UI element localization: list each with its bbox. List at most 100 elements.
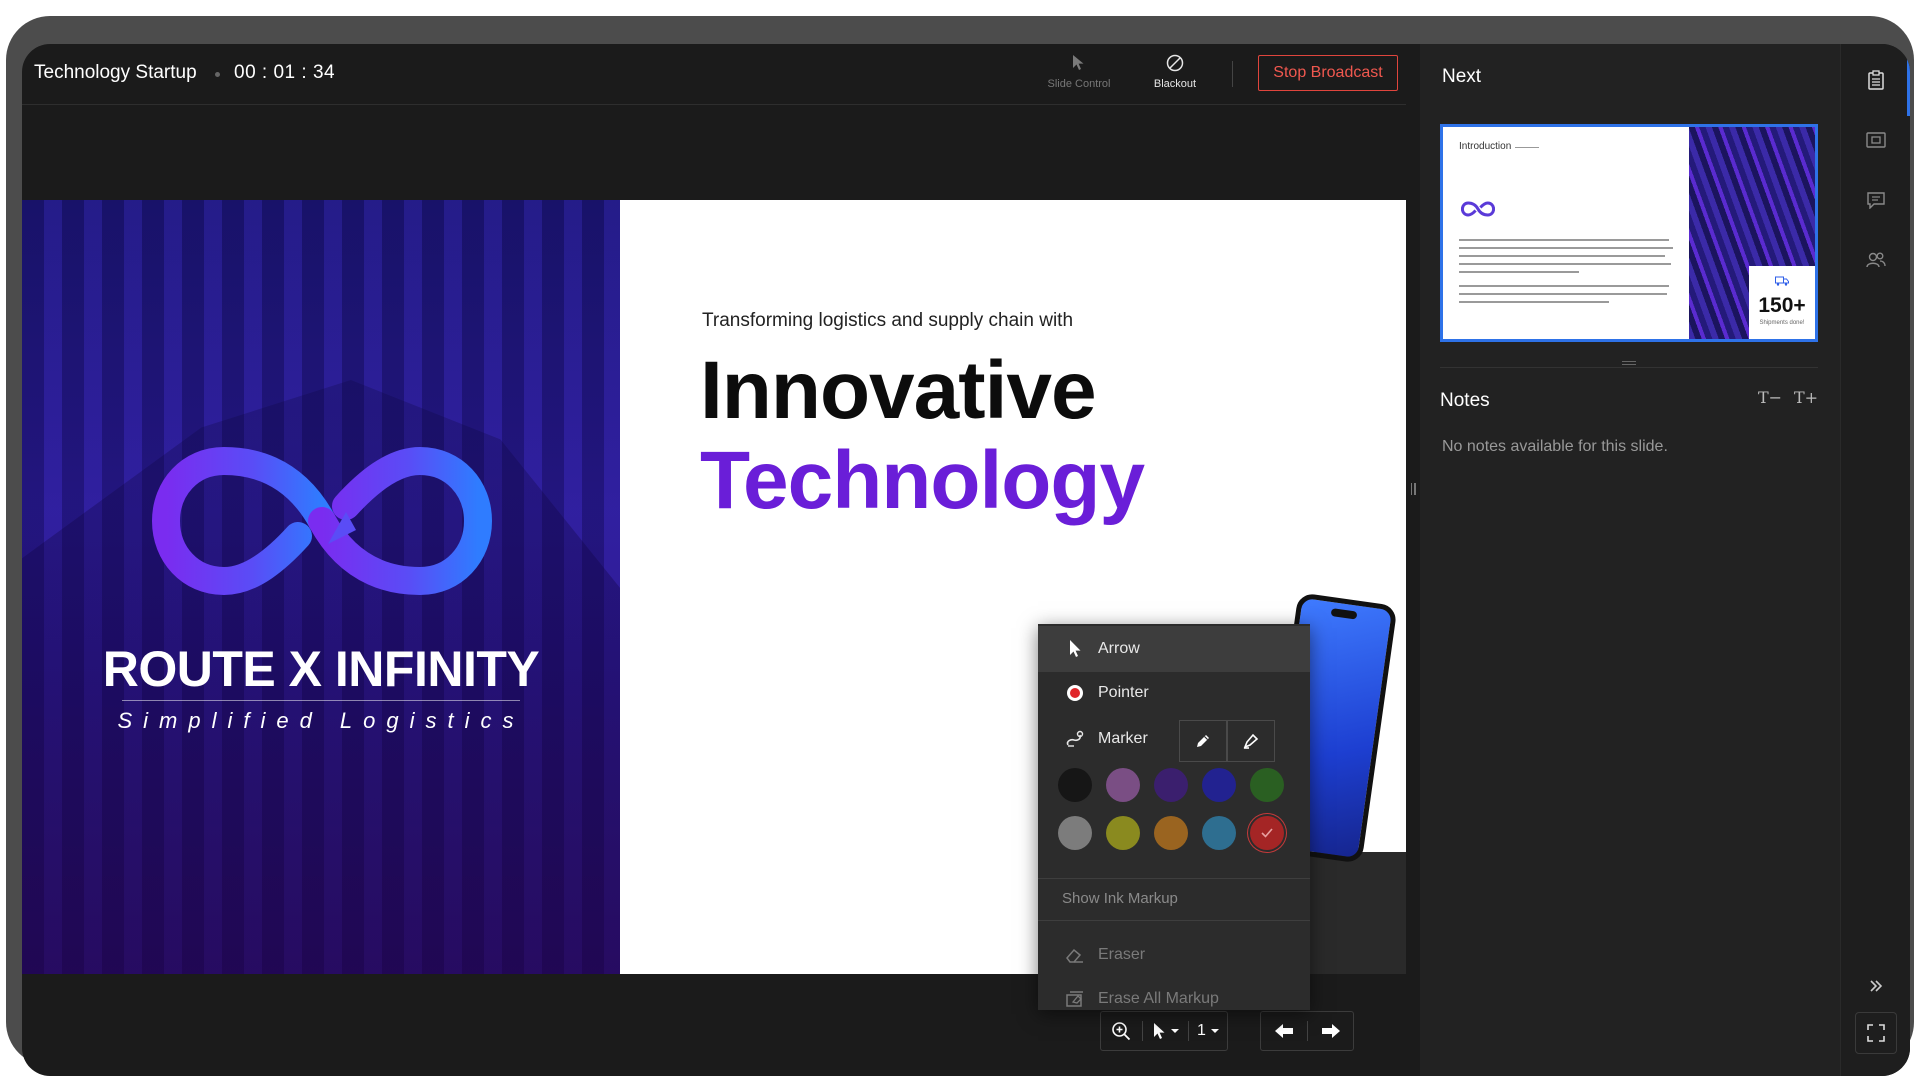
thumbnail-stat-caption: Shipments done!	[1759, 320, 1805, 326]
blackout-label: Blackout	[1153, 78, 1197, 90]
thumbnail-text-area: Introduction	[1443, 127, 1689, 339]
thumbnail-text-line	[1459, 239, 1669, 241]
thumbnail-text-line	[1459, 247, 1673, 249]
page-number-value: 1	[1197, 1022, 1206, 1039]
thumbnail-rule	[1515, 147, 1539, 148]
thumbnail-stat-card: 150+ Shipments done!	[1749, 266, 1815, 339]
chevron-down-icon	[1210, 1029, 1219, 1033]
thumbnail-text-line	[1459, 263, 1671, 265]
audience-icon	[1866, 252, 1886, 268]
notes-heading: Notes	[1440, 390, 1490, 411]
slide-subheading: Transforming logistics and supply chain …	[702, 310, 1074, 331]
menu-item-label: Pointer	[1098, 684, 1149, 701]
thumbnail-intro-label: Introduction	[1459, 141, 1512, 152]
increase-font-button[interactable]: T+	[1794, 388, 1818, 407]
presenter-screen: Technology Startup 00 : 01 : 34 Slide Co…	[22, 44, 1910, 1076]
slide-heading-line2: Technology	[700, 435, 1145, 526]
comments-button[interactable]	[1841, 178, 1910, 222]
next-slide-thumbnail[interactable]: Introduction 150+ Shipments done!	[1440, 124, 1818, 342]
menu-item-pointer[interactable]: Pointer	[1038, 670, 1310, 716]
brand-name: ROUTE X INFINITY	[102, 641, 540, 697]
device-frame: Technology Startup 00 : 01 : 34 Slide Co…	[6, 16, 1914, 1076]
stop-broadcast-button[interactable]: Stop Broadcast	[1258, 55, 1398, 91]
elapsed-timer: 00 : 01 : 34	[234, 62, 336, 83]
panel-resize-handle[interactable]	[1406, 474, 1420, 504]
slides-panel-button[interactable]	[1841, 58, 1910, 102]
pen-icon	[1197, 735, 1209, 747]
fullscreen-button[interactable]	[1855, 1012, 1897, 1054]
arrow-cursor-icon	[1153, 1023, 1164, 1039]
menu-item-label: Marker	[1098, 730, 1148, 747]
color-swatch[interactable]	[1202, 816, 1236, 850]
notes-resize-handle[interactable]	[1622, 361, 1636, 365]
erase-all-icon	[1064, 990, 1086, 1008]
color-swatch[interactable]	[1250, 768, 1284, 802]
top-bar: Technology Startup 00 : 01 : 34 Slide Co…	[22, 44, 1406, 105]
cursor-icon	[1073, 55, 1084, 70]
thumbnail-text-line	[1459, 285, 1669, 287]
thumbnail-text-line	[1459, 255, 1665, 257]
pointer-tool-menu: Arrow Pointer Marker Show Ink Markup Era…	[1038, 624, 1310, 1010]
collapse-icon	[1870, 980, 1883, 992]
checkmark-icon	[1261, 828, 1273, 838]
color-swatch[interactable]	[1154, 816, 1188, 850]
comments-icon	[1867, 192, 1885, 209]
slides-icon	[1868, 70, 1884, 90]
menu-item-eraser[interactable]: Eraser	[1038, 932, 1310, 978]
collapse-panel-button[interactable]	[1841, 964, 1910, 1008]
slide-image-panel: ROUTE X INFINITY Simplified Logistics	[22, 200, 620, 974]
brand-tagline: Simplified Logistics	[117, 708, 525, 733]
color-swatch[interactable]	[1058, 768, 1092, 802]
arrow-right-icon	[1322, 1024, 1340, 1038]
blackout-button[interactable]: Blackout	[1130, 52, 1220, 96]
color-swatch[interactable]	[1106, 816, 1140, 850]
show-ink-markup-option[interactable]: Show Ink Markup	[1062, 890, 1178, 907]
thumbnail-text-line	[1459, 301, 1609, 303]
menu-item-label: Eraser	[1098, 946, 1146, 963]
presentation-title: Technology Startup	[34, 62, 197, 83]
menu-item-label: Arrow	[1098, 640, 1140, 657]
presenter-view-button[interactable]	[1841, 118, 1910, 162]
menu-divider	[1038, 878, 1310, 879]
slide-control-label: Slide Control	[1047, 78, 1111, 90]
presenter-side-panel: Next Introduction 150+ Shipments done! N…	[1420, 44, 1840, 1076]
color-swatch[interactable]	[1058, 816, 1092, 850]
chevron-down-icon	[1170, 1029, 1179, 1033]
highlighter-tool-button[interactable]	[1227, 720, 1275, 762]
arrow-left-icon	[1275, 1024, 1293, 1038]
infinity-logo-icon	[1461, 201, 1495, 217]
slide-control-button[interactable]: Slide Control	[1034, 52, 1124, 96]
pen-tool-button[interactable]	[1179, 720, 1227, 762]
notes-empty-message: No notes available for this slide.	[1442, 438, 1668, 455]
phone-notch	[1330, 608, 1358, 620]
infinity-logo-icon	[152, 446, 492, 596]
zoom-in-icon	[1112, 1022, 1131, 1041]
presenter-view-icon	[1866, 132, 1886, 148]
next-slide-button[interactable]	[1308, 1012, 1354, 1050]
color-swatch[interactable]	[1250, 816, 1284, 850]
marker-icon	[1064, 729, 1086, 749]
next-slide-heading: Next	[1442, 66, 1482, 87]
brand-divider	[122, 700, 520, 701]
truck-icon	[1775, 276, 1789, 286]
audience-button[interactable]	[1841, 238, 1910, 282]
title-separator	[215, 72, 220, 77]
blackout-icon	[1166, 54, 1184, 72]
right-toolbar-rail	[1840, 44, 1910, 1076]
color-swatch[interactable]	[1202, 768, 1236, 802]
fullscreen-icon	[1867, 1024, 1885, 1042]
menu-item-arrow[interactable]: Arrow	[1038, 626, 1310, 672]
panel-divider	[1440, 367, 1818, 368]
laser-pointer-icon	[1064, 684, 1086, 702]
color-swatch[interactable]	[1106, 768, 1140, 802]
slide-heading-line1: Innovative	[700, 345, 1097, 436]
color-swatch[interactable]	[1154, 768, 1188, 802]
menu-divider	[1038, 920, 1310, 921]
thumbnail-text-line	[1459, 271, 1579, 273]
menu-item-label: Erase All Markup	[1098, 990, 1219, 1007]
decrease-font-button[interactable]: T−	[1758, 388, 1782, 407]
thumbnail-stat-value: 150+	[1758, 294, 1806, 317]
eraser-icon	[1064, 946, 1086, 964]
toolbar-divider	[1232, 61, 1233, 87]
menu-item-erase-all[interactable]: Erase All Markup	[1038, 976, 1310, 1022]
